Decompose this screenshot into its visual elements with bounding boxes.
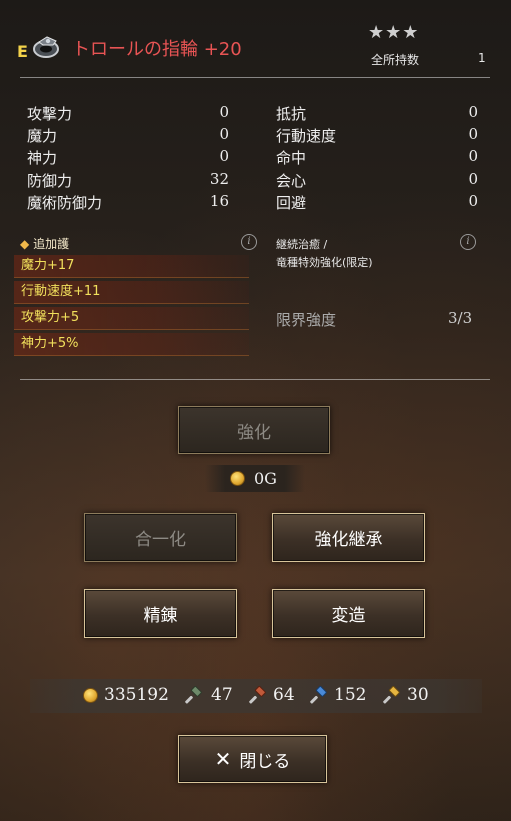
- item-name: トロールの指輪 +20: [72, 39, 242, 60]
- transform-button[interactable]: 変造: [272, 589, 425, 638]
- stat-label-critical: 会心: [276, 172, 307, 190]
- gold-amount: 335192: [104, 685, 169, 705]
- stat-label-evasion: 回避: [276, 194, 307, 212]
- green-hammer-count: 47: [211, 685, 233, 705]
- equipped-badge: E: [17, 42, 28, 61]
- stat-label-defense: 防御力: [27, 172, 73, 190]
- bonus-row: 攻撃力+5: [14, 307, 249, 330]
- limit-strength-value: 3/3: [448, 309, 473, 327]
- owned-count-value: 1: [478, 51, 486, 65]
- owned-count-label: 全所持数: [371, 53, 420, 67]
- effect-line-1: 継続治癒 /: [276, 238, 328, 251]
- rarity-stars: ★★★: [368, 22, 420, 43]
- bonus-row: 神力+5%: [14, 333, 249, 356]
- stat-value-accuracy: 0: [468, 147, 478, 165]
- inherit-enhance-button[interactable]: 強化継承: [272, 513, 425, 562]
- refine-button[interactable]: 精錬: [84, 589, 237, 638]
- gold-hammer-icon: [383, 686, 400, 704]
- effect-info-icon[interactable]: i: [460, 234, 476, 250]
- red-hammer-count: 64: [273, 685, 295, 705]
- close-label: 閉じる: [239, 751, 291, 772]
- stat-value-resist: 0: [468, 103, 478, 121]
- stat-label-attack: 攻撃力: [27, 105, 73, 123]
- blue-hammer-icon: [310, 686, 327, 704]
- bonus-header: ◆ 追加護: [20, 235, 69, 252]
- limit-strength-label: 限界強度: [276, 311, 337, 329]
- section-divider: [20, 379, 490, 380]
- stat-value-speed: 0: [468, 125, 478, 143]
- stat-label-divine: 神力: [27, 149, 58, 167]
- header-divider: [20, 77, 490, 78]
- stat-label-magic-defense: 魔術防御力: [27, 194, 103, 212]
- bonus-row: 魔力+17: [14, 255, 249, 278]
- stat-value-divine: 0: [219, 147, 229, 165]
- stat-value-critical: 0: [468, 170, 478, 188]
- bonus-header-label: 追加護: [33, 237, 70, 251]
- stat-label-speed: 行動速度: [276, 127, 337, 145]
- stat-value-magic: 0: [219, 125, 229, 143]
- effect-line-2: 竜種特効強化(限定): [276, 256, 373, 269]
- red-hammer-icon: [249, 686, 266, 704]
- close-icon: ✕: [214, 747, 232, 771]
- stat-label-magic: 魔力: [27, 127, 58, 145]
- stat-value-defense: 32: [209, 170, 229, 188]
- stat-label-accuracy: 命中: [276, 149, 307, 167]
- stat-value-magic-defense: 16: [209, 192, 229, 210]
- gold-coin-icon: [230, 471, 245, 486]
- blue-hammer-count: 152: [334, 685, 367, 705]
- merge-button[interactable]: 合一化: [84, 513, 237, 562]
- ring-icon: [33, 36, 59, 58]
- bonus-row: 行動速度+11: [14, 281, 249, 304]
- bonus-info-icon[interactable]: i: [241, 234, 257, 250]
- stat-value-attack: 0: [219, 103, 229, 121]
- green-hammer-icon: [185, 686, 202, 704]
- gold-coin-icon: [83, 688, 98, 703]
- close-button[interactable]: ✕ 閉じる: [178, 735, 327, 783]
- enhance-cost: 0G: [254, 469, 277, 488]
- gold-hammer-count: 30: [407, 685, 429, 705]
- stat-label-resist: 抵抗: [276, 105, 307, 123]
- diamond-icon: ◆: [20, 237, 30, 251]
- enhance-button[interactable]: 強化: [178, 406, 330, 454]
- stat-value-evasion: 0: [468, 192, 478, 210]
